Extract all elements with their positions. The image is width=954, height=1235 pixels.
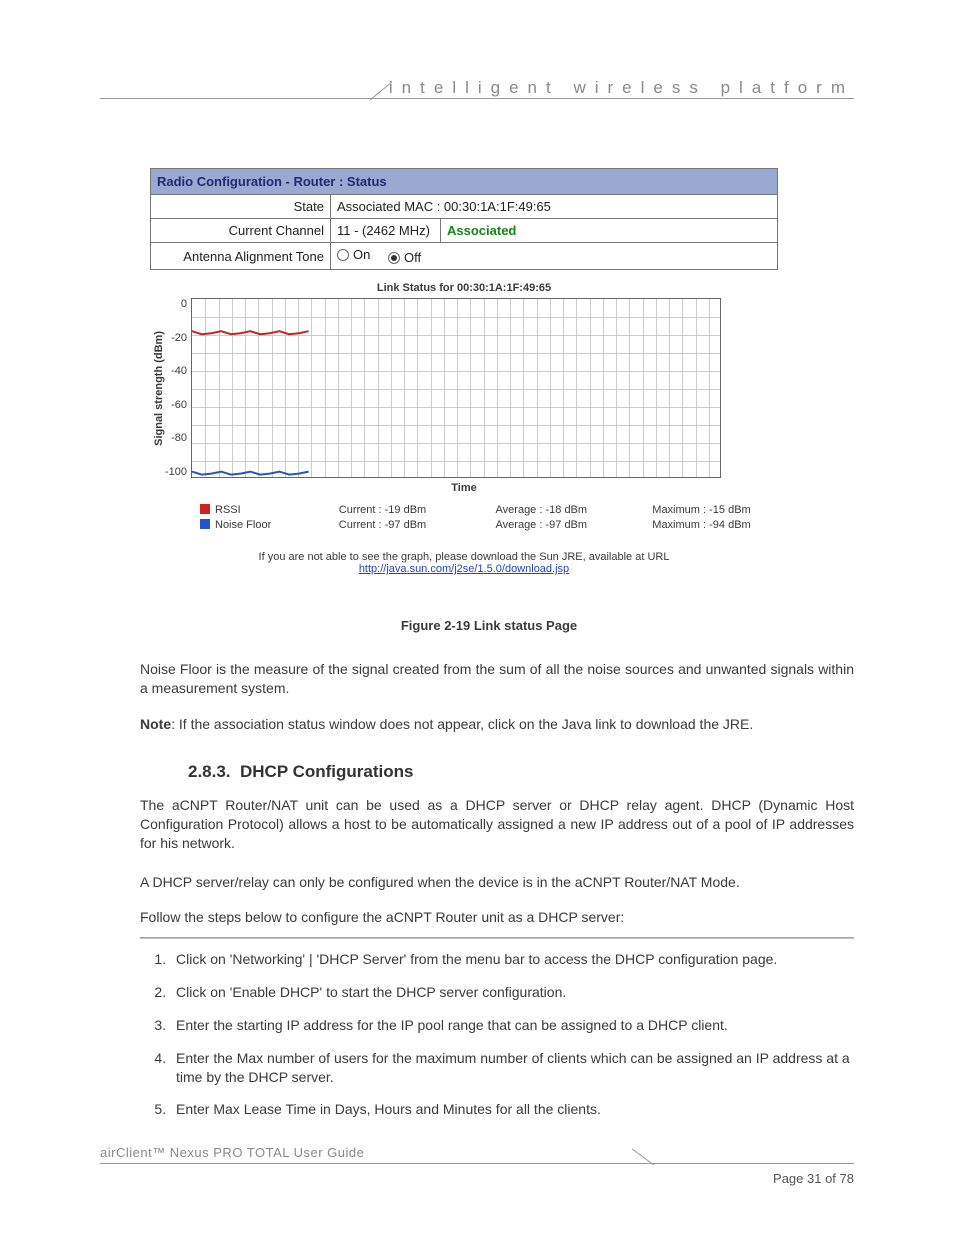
channel-label: Current Channel — [151, 219, 331, 243]
paragraph-steps-intro: Follow the steps below to configure the … — [140, 908, 854, 927]
stat-value: -94 dBm — [709, 519, 751, 531]
radio-icon — [337, 249, 349, 261]
section-heading: 2.8.3. DHCP Configurations — [188, 762, 413, 782]
radio-icon — [388, 252, 400, 264]
list-item: Enter the Max number of users for the ma… — [170, 1049, 854, 1087]
list-item: Enter Max Lease Time in Days, Hours and … — [170, 1100, 854, 1119]
jre-note-text: If you are not able to see the graph, pl… — [259, 551, 670, 563]
stat-value: -97 dBm — [545, 519, 587, 531]
horizontal-rule — [140, 937, 854, 939]
chart-xlabel: Time — [150, 482, 778, 494]
jre-download-link[interactable]: http://java.sun.com/j2se/1.5.0/download.… — [359, 563, 569, 575]
footer-page-number: Page 31 of 78 — [773, 1171, 854, 1186]
tone-off-label: Off — [404, 250, 421, 265]
legend-color-icon — [200, 504, 210, 514]
heading-title: DHCP Configurations — [240, 762, 413, 781]
stat-value: -18 dBm — [545, 504, 587, 516]
heading-number: 2.8.3. — [188, 762, 231, 781]
chart-title: Link Status for 00:30:1A:1F:49:65 — [150, 282, 778, 294]
channel-value: 11 - (2462 MHz) — [331, 219, 441, 243]
ytick: -80 — [165, 432, 187, 444]
paragraph-dhcp-intro: The aCNPT Router/NAT unit can be used as… — [140, 796, 854, 853]
jre-note: If you are not able to see the graph, pl… — [150, 551, 778, 575]
figure-caption: Figure 2-19 Link status Page — [150, 618, 828, 633]
chart-ylabel: Signal strength (dBm) — [150, 331, 165, 446]
ytick: -40 — [165, 365, 187, 377]
state-value: Associated MAC : 00:30:1A:1F:49:65 — [331, 195, 778, 219]
tone-off-radio[interactable]: Off — [388, 250, 421, 265]
table-row: Antenna Alignment Tone On Off — [151, 243, 778, 270]
radio-config-table: Radio Configuration - Router : Status St… — [150, 168, 778, 270]
stat-label: Maximum : — [652, 504, 706, 516]
state-label: State — [151, 195, 331, 219]
ytick: -100 — [165, 466, 187, 478]
stat-label: Current : — [339, 504, 382, 516]
note-text: : If the association status window does … — [171, 716, 753, 732]
paragraph-dhcp-mode: A DHCP server/relay can only be configur… — [140, 873, 854, 892]
table-row: Current Channel 11 - (2462 MHz) Associat… — [151, 219, 778, 243]
list-item: Click on 'Enable DHCP' to start the DHCP… — [170, 983, 854, 1002]
legend-name: Noise Floor — [215, 519, 271, 531]
stat-label: Current : — [339, 519, 382, 531]
footer-diagonal-icon — [632, 1149, 654, 1170]
note-label: Note — [140, 716, 171, 732]
stat-label: Average : — [496, 504, 543, 516]
table-title: Radio Configuration - Router : Status — [151, 169, 778, 195]
footer-rule — [100, 1163, 854, 1164]
paragraph-note: Note: If the association status window d… — [140, 715, 854, 734]
footer-guide-title: airClient™ Nexus PRO TOTAL User Guide — [100, 1145, 364, 1160]
table-row: State Associated MAC : 00:30:1A:1F:49:65 — [151, 195, 778, 219]
paragraph-noise-floor: Noise Floor is the measure of the signal… — [140, 660, 854, 698]
list-item: Enter the starting IP address for the IP… — [170, 1016, 854, 1035]
stat-value: -97 dBm — [385, 519, 427, 531]
list-item: Click on 'Networking' | 'DHCP Server' fr… — [170, 950, 854, 969]
tone-on-radio[interactable]: On — [337, 247, 370, 262]
tone-label: Antenna Alignment Tone — [151, 243, 331, 270]
chart-legend-stats: RSSI Current : -19 dBm Average : -18 dBm… — [150, 504, 778, 531]
page-footer: airClient™ Nexus PRO TOTAL User Guide Pa… — [100, 1163, 854, 1191]
chart-yticks: 0 -20 -40 -60 -80 -100 — [165, 298, 191, 478]
header-tagline: intelligent wireless platform — [389, 78, 854, 98]
tone-on-label: On — [353, 247, 370, 262]
channel-status: Associated — [447, 223, 516, 238]
stat-label: Average : — [496, 519, 543, 531]
ytick: -20 — [165, 332, 187, 344]
legend-name: RSSI — [215, 504, 241, 516]
ytick: -60 — [165, 399, 187, 411]
stat-label: Maximum : — [652, 519, 706, 531]
steps-list: Click on 'Networking' | 'DHCP Server' fr… — [170, 950, 854, 1133]
ytick: 0 — [165, 298, 187, 310]
header-rule — [100, 98, 854, 99]
stat-value: -15 dBm — [709, 504, 751, 516]
link-status-chart: Link Status for 00:30:1A:1F:49:65 Signal… — [150, 282, 778, 575]
chart-plot-area — [191, 298, 721, 478]
legend-color-icon — [200, 519, 210, 529]
stat-value: -19 dBm — [385, 504, 427, 516]
